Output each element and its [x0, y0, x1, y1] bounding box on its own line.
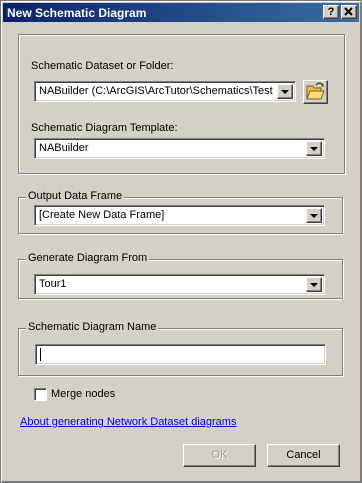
- generate-from-legend: Generate Diagram From: [26, 252, 150, 264]
- chevron-down-icon[interactable]: [277, 84, 293, 99]
- dataset-combo[interactable]: NABuilder (C:\ArcGIS\ArcTutor\Schematics…: [34, 81, 296, 102]
- template-value: NABuilder: [39, 142, 89, 154]
- help-button[interactable]: ?: [323, 5, 339, 19]
- output-frame-value: [Create New Data Frame]: [39, 209, 165, 221]
- output-frame-legend: Output Data Frame: [26, 190, 125, 202]
- browse-folder-button[interactable]: [303, 80, 328, 104]
- title-bar[interactable]: New Schematic Diagram ?: [3, 3, 359, 22]
- chevron-down-icon[interactable]: [306, 208, 322, 223]
- chevron-down-icon[interactable]: [306, 141, 322, 156]
- cancel-button[interactable]: Cancel: [267, 444, 340, 467]
- text-caret: [40, 348, 41, 361]
- dataset-label: Schematic Dataset or Folder:: [31, 60, 174, 72]
- merge-nodes-checkbox[interactable]: [34, 388, 47, 401]
- open-folder-icon: [306, 82, 325, 100]
- generate-from-combo[interactable]: Tour1: [34, 274, 325, 295]
- dialog-window: New Schematic Diagram ? Schematic Datase…: [0, 0, 362, 483]
- diagram-name-legend: Schematic Diagram Name: [26, 321, 159, 333]
- generate-from-value: Tour1: [39, 278, 67, 290]
- output-frame-combo[interactable]: [Create New Data Frame]: [34, 205, 325, 226]
- template-combo[interactable]: NABuilder: [34, 138, 325, 159]
- diagram-name-input[interactable]: [35, 344, 326, 365]
- dialog-title: New Schematic Diagram: [7, 6, 147, 20]
- close-icon: [344, 7, 353, 16]
- template-label: Schematic Diagram Template:: [31, 122, 178, 134]
- dataset-value: NABuilder (C:\ArcGIS\ArcTutor\Schematics…: [39, 85, 273, 97]
- ok-button[interactable]: OK: [183, 444, 256, 467]
- close-button[interactable]: [341, 5, 357, 19]
- help-link[interactable]: About generating Network Dataset diagram…: [20, 416, 236, 428]
- merge-nodes-label[interactable]: Merge nodes: [51, 388, 115, 400]
- chevron-down-icon[interactable]: [306, 277, 322, 292]
